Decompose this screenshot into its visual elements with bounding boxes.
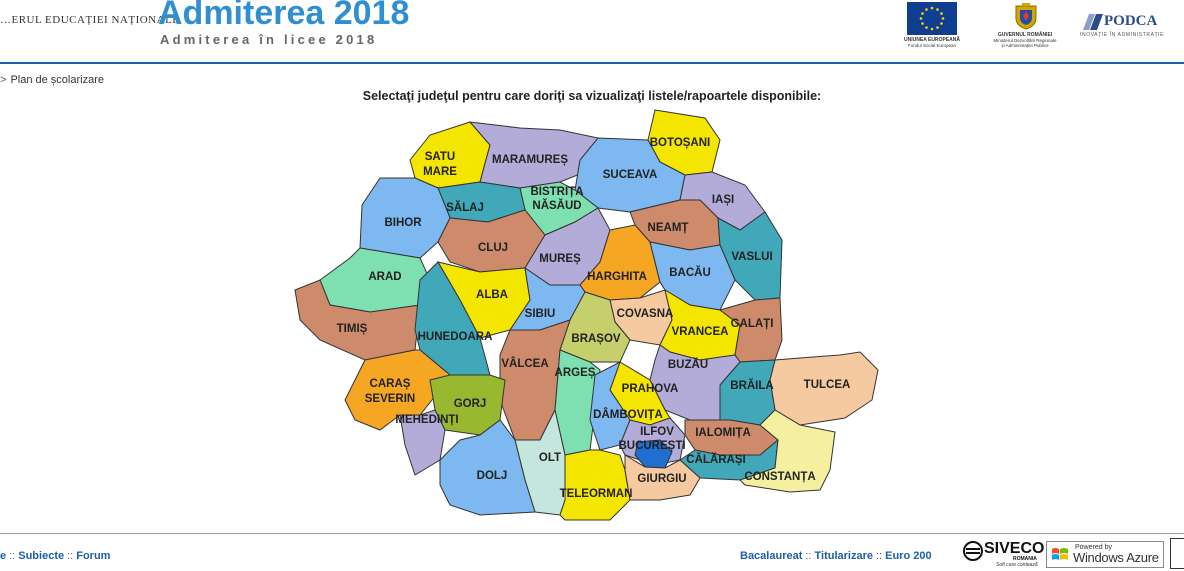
county-arad[interactable] (319, 247, 431, 313)
footer-link-e[interactable]: e (0, 550, 6, 562)
romania-county-map: SATUMAREMARAMUREȘBOTOȘANISUCEAVABISTRIȚA… (294, 109, 879, 521)
county-mehedinti[interactable] (399, 409, 446, 476)
corner-widget (1170, 538, 1184, 569)
county-bihor[interactable] (359, 177, 451, 259)
footer: e:: Subiecte:: Forum Bacalaureat:: Titulari… (0, 534, 1184, 571)
footer-link-titularizare[interactable]: Titularizare (815, 550, 874, 562)
footer-link-subiecte[interactable]: Subiecte (18, 550, 64, 562)
windows-azure-badge[interactable]: Powered by Windows Azure (1046, 541, 1164, 568)
footer-right-links: Bacalaureat:: Titularizare:: Euro 200 (740, 550, 932, 562)
siveco-logo-icon[interactable] (962, 540, 984, 562)
footer-link-bacalaureat[interactable]: Bacalaureat (740, 550, 802, 562)
county-teleorman[interactable] (559, 449, 631, 521)
footer-left-links: e:: Subiecte:: Forum (0, 550, 111, 562)
footer-link-euro-200[interactable]: Euro 200 (885, 550, 931, 562)
siveco-tagline: Soft care contează (996, 562, 1038, 568)
county-tulcea[interactable] (769, 351, 879, 426)
windows-flag-icon (1052, 548, 1068, 560)
footer-link-forum[interactable]: Forum (76, 550, 110, 562)
